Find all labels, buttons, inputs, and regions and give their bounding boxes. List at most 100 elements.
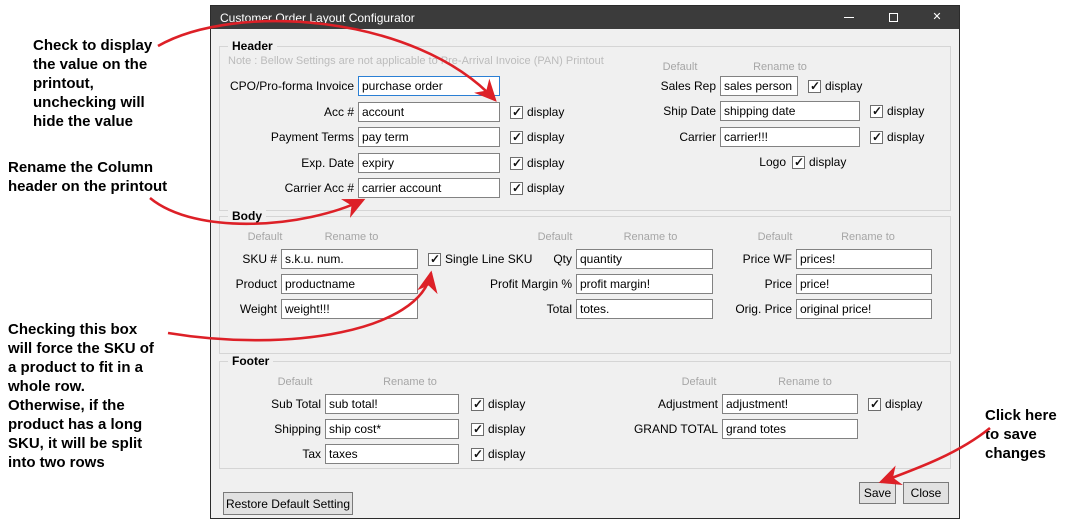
maximize-icon xyxy=(889,13,898,22)
grand-total-label: GRAND TOTAL xyxy=(604,422,718,436)
footer-group: Footer Default Rename to Default Rename … xyxy=(219,361,951,469)
adjustment-row: Adjustment display xyxy=(604,394,922,414)
sku-label: SKU # xyxy=(220,252,277,266)
shipping-label: Shipping xyxy=(224,422,321,436)
minimize-button[interactable] xyxy=(827,6,871,29)
acc-number-row: Acc # display xyxy=(220,102,564,122)
ship-date-display-checkbox[interactable] xyxy=(870,105,883,118)
logo-row: Logo display xyxy=(580,152,846,172)
price-row: Price xyxy=(710,274,932,294)
sales-rep-display-checkbox[interactable] xyxy=(808,80,821,93)
profit-margin-input[interactable] xyxy=(576,274,713,294)
header-group-label: Header xyxy=(228,39,277,53)
close-dialog-button[interactable]: Close xyxy=(903,482,949,504)
carrier-acc-number-input[interactable] xyxy=(358,178,500,198)
price-wf-row: Price WF xyxy=(710,249,932,269)
shipping-input[interactable] xyxy=(325,419,459,439)
orig-price-input[interactable] xyxy=(796,299,932,319)
product-row: Product xyxy=(220,274,418,294)
display-label: display xyxy=(809,155,846,169)
acc-display-checkbox[interactable] xyxy=(510,106,523,119)
price-wf-input[interactable] xyxy=(796,249,932,269)
shipping-display-checkbox[interactable] xyxy=(471,423,484,436)
price-input[interactable] xyxy=(796,274,932,294)
exp-date-display-checkbox[interactable] xyxy=(510,157,523,170)
annotation-check-display: Check to display the value on the printo… xyxy=(33,36,173,131)
carrier-row: Carrier display xyxy=(580,127,924,147)
payment-terms-row: Payment Terms display xyxy=(220,127,564,147)
exp-date-input[interactable] xyxy=(358,153,500,173)
display-label: display xyxy=(885,397,922,411)
sub-total-input[interactable] xyxy=(325,394,459,414)
adjustment-input[interactable] xyxy=(722,394,858,414)
carrier-display-checkbox[interactable] xyxy=(870,131,883,144)
price-wf-label: Price WF xyxy=(710,252,792,266)
close-button[interactable] xyxy=(915,6,959,29)
column-header-default: Default xyxy=(640,61,720,73)
adjustment-display-checkbox[interactable] xyxy=(868,398,881,411)
qty-input[interactable] xyxy=(576,249,713,269)
annotation-rename-column: Rename the Column header on the printout xyxy=(8,158,178,196)
payment-terms-display-checkbox[interactable] xyxy=(510,131,523,144)
carrier-label: Carrier xyxy=(580,130,716,144)
cpo-proforma-label: CPO/Pro-forma Invoice xyxy=(220,79,354,93)
column-header-rename-to: Rename to xyxy=(740,376,870,388)
logo-display-checkbox[interactable] xyxy=(792,156,805,169)
payment-terms-input[interactable] xyxy=(358,127,500,147)
orig-price-row: Orig. Price xyxy=(710,299,932,319)
display-label: display xyxy=(527,130,564,144)
customer-order-layout-configurator-window: Customer Order Layout Configurator Heade… xyxy=(210,5,960,519)
ship-date-input[interactable] xyxy=(720,101,860,121)
price-label: Price xyxy=(710,277,792,291)
ship-date-row: Ship Date display xyxy=(580,101,924,121)
total-label: Total xyxy=(450,302,572,316)
sub-total-display-checkbox[interactable] xyxy=(471,398,484,411)
display-label: display xyxy=(825,79,862,93)
logo-label: Logo xyxy=(580,155,786,169)
carrier-input[interactable] xyxy=(720,127,860,147)
sales-rep-input[interactable] xyxy=(720,76,798,96)
exp-date-row: Exp. Date display xyxy=(220,153,564,173)
carrier-acc-display-checkbox[interactable] xyxy=(510,182,523,195)
weight-row: Weight xyxy=(220,299,418,319)
product-label: Product xyxy=(220,277,277,291)
close-icon xyxy=(932,12,941,23)
display-label: display xyxy=(488,397,525,411)
shipping-row: Shipping display xyxy=(224,419,525,439)
save-button[interactable]: Save xyxy=(859,482,896,504)
footer-group-label: Footer xyxy=(228,354,273,368)
display-label: display xyxy=(887,104,924,118)
column-header-rename-to: Rename to xyxy=(340,376,480,388)
acc-number-label: Acc # xyxy=(220,105,354,119)
total-row: Total xyxy=(450,299,713,319)
title-bar[interactable]: Customer Order Layout Configurator xyxy=(211,6,959,29)
column-header-rename-to: Rename to xyxy=(730,61,830,73)
column-header-rename-to: Rename to xyxy=(281,231,422,243)
window-title: Customer Order Layout Configurator xyxy=(220,11,827,25)
exp-date-label: Exp. Date xyxy=(220,156,354,170)
restore-default-setting-button[interactable]: Restore Default Setting xyxy=(223,492,353,515)
header-note: Note : Bellow Settings are not applicabl… xyxy=(228,55,604,67)
tax-input[interactable] xyxy=(325,444,459,464)
grand-total-input[interactable] xyxy=(722,419,858,439)
cpo-proforma-invoice-input[interactable] xyxy=(358,76,500,96)
single-line-sku-checkbox[interactable] xyxy=(428,253,441,266)
sales-rep-row: Sales Rep display xyxy=(580,76,862,96)
qty-row: Qty xyxy=(450,249,713,269)
weight-label: Weight xyxy=(220,302,277,316)
maximize-button[interactable] xyxy=(871,6,915,29)
display-label: display xyxy=(527,156,564,170)
product-input[interactable] xyxy=(281,274,418,294)
sub-total-row: Sub Total display xyxy=(224,394,525,414)
ship-date-label: Ship Date xyxy=(580,104,716,118)
weight-input[interactable] xyxy=(281,299,418,319)
total-input[interactable] xyxy=(576,299,713,319)
tax-display-checkbox[interactable] xyxy=(471,448,484,461)
acc-number-input[interactable] xyxy=(358,102,500,122)
adjustment-label: Adjustment xyxy=(604,397,718,411)
display-label: display xyxy=(887,130,924,144)
profit-margin-label: Profit Margin % xyxy=(450,277,572,291)
sku-input[interactable] xyxy=(281,249,418,269)
display-label: display xyxy=(527,181,564,195)
carrier-acc-label: Carrier Acc # xyxy=(220,181,354,195)
